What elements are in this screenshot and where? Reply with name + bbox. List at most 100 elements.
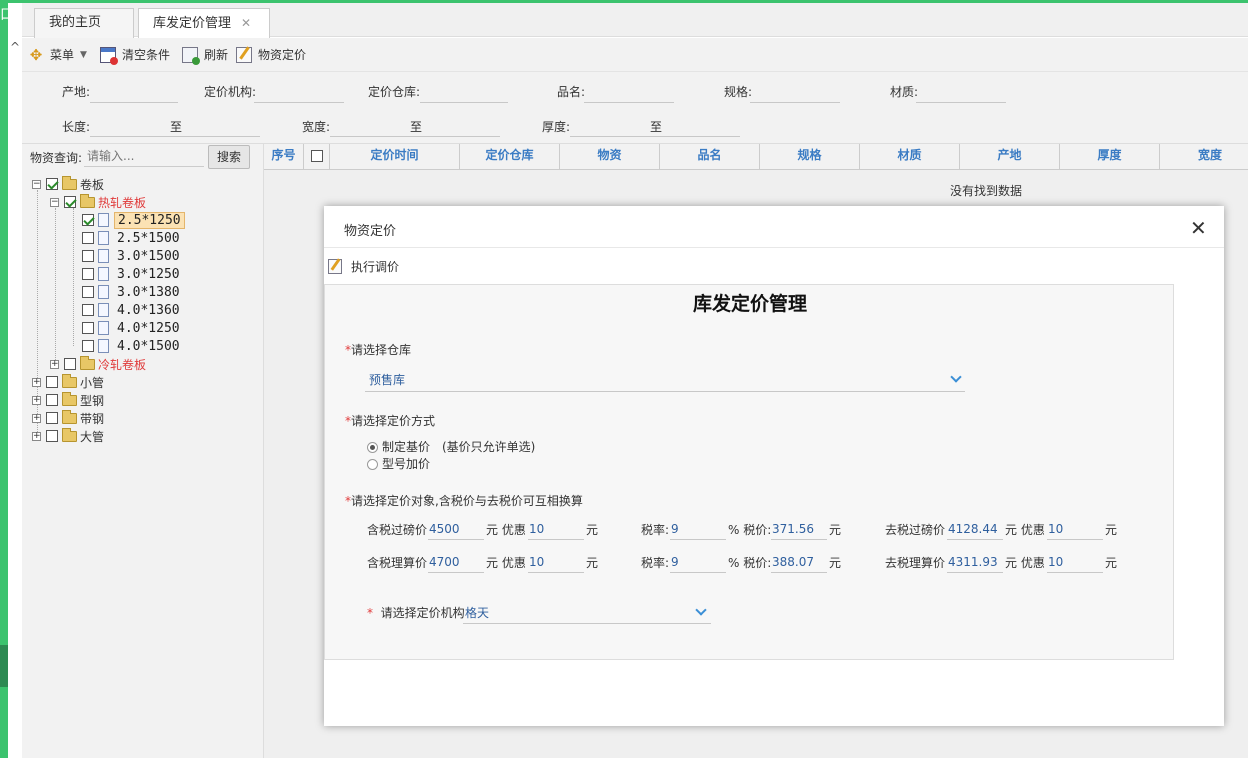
tree-leaf-label: 4.0*1360	[117, 302, 180, 318]
warehouse-select-label: *请选择仓库	[345, 343, 412, 357]
tax-incl-weigh-input[interactable]: 4500	[428, 518, 484, 540]
length-range-input[interactable]	[90, 136, 260, 137]
tree-checkbox[interactable]	[82, 322, 94, 334]
column-header-width[interactable]: 宽度	[1160, 144, 1248, 170]
tree-leaf[interactable]: 4.0*1500	[82, 337, 183, 355]
refresh-button[interactable]: 刷新	[182, 46, 228, 65]
select-all-checkbox[interactable]	[310, 150, 323, 162]
material-input[interactable]	[916, 102, 1006, 103]
tree-node[interactable]: + 型钢	[32, 391, 104, 409]
tree-node[interactable]: + 带钢	[32, 409, 104, 427]
execute-adjust-button[interactable]: 执行调价	[328, 258, 399, 275]
tree-node-coil[interactable]: − 卷板	[32, 175, 104, 193]
tax-rate-input[interactable]: 9	[670, 551, 726, 573]
search-button[interactable]: 搜索	[208, 145, 250, 169]
column-header-name[interactable]: 品名	[660, 144, 760, 170]
tree-checkbox[interactable]	[46, 412, 58, 424]
expand-icon[interactable]: +	[32, 377, 41, 387]
tax-rate-input[interactable]: 9	[670, 518, 726, 540]
document-icon	[98, 303, 109, 317]
collapse-caret-icon[interactable]: ^	[10, 40, 20, 54]
tree-node-cold-rolled[interactable]: + 冷轧卷板	[50, 355, 146, 373]
tree-leaf[interactable]: 3.0*1250	[82, 265, 183, 283]
chevron-down-icon[interactable]	[695, 604, 707, 616]
radio-model-markup[interactable]	[367, 459, 378, 470]
tree-checkbox[interactable]	[82, 232, 94, 244]
column-header-time[interactable]: 定价时间	[330, 144, 460, 170]
tree-label: 型钢	[80, 393, 105, 408]
spec-input[interactable]	[750, 102, 840, 103]
tab-home[interactable]: 我的主页	[34, 8, 134, 38]
radio-base-price[interactable]	[367, 442, 378, 453]
chevron-down-icon[interactable]	[950, 371, 962, 383]
name-input[interactable]	[584, 102, 674, 103]
org-select-value[interactable]: 格天	[465, 604, 489, 621]
expand-icon[interactable]: +	[50, 359, 59, 369]
origin-input[interactable]	[90, 102, 178, 103]
tree-checkbox[interactable]	[82, 250, 94, 262]
tree-leaf[interactable]: 2.5*1250	[82, 211, 185, 229]
column-header-index[interactable]: 序号	[264, 144, 304, 170]
tree-node[interactable]: + 小管	[32, 373, 104, 391]
tax-excl-calc-input[interactable]: 4311.93	[947, 551, 1003, 573]
tree-checkbox[interactable]	[82, 214, 94, 226]
tree-label: 冷轧卷板	[98, 357, 147, 372]
tree-checkbox[interactable]	[82, 304, 94, 316]
tree-leaf-label: 3.0*1380	[117, 284, 180, 300]
collapse-icon[interactable]: −	[32, 179, 41, 189]
tree-leaf[interactable]: 4.0*1360	[82, 301, 183, 319]
tree-checkbox[interactable]	[64, 358, 76, 370]
tree-leaf[interactable]: 3.0*1500	[82, 247, 183, 265]
tree-leaf[interactable]: 3.0*1380	[82, 283, 183, 301]
menu-button[interactable]: ✥ 菜单 ▼	[28, 46, 87, 64]
column-header-select[interactable]	[304, 144, 330, 170]
column-header-quality[interactable]: 材质	[860, 144, 960, 170]
discount-input[interactable]: 10	[528, 518, 584, 540]
expand-icon[interactable]: +	[32, 413, 41, 423]
org-select[interactable]	[463, 623, 711, 624]
column-header-thickness[interactable]: 厚度	[1060, 144, 1160, 170]
tree-leaf[interactable]: 2.5*1500	[82, 229, 183, 247]
tax-amount-input[interactable]: 371.56	[771, 518, 827, 540]
tree-checkbox[interactable]	[82, 340, 94, 352]
tree-checkbox[interactable]	[46, 178, 58, 190]
tab-close-icon[interactable]: ✕	[241, 16, 251, 30]
tree-leaf[interactable]: 4.0*1250	[82, 319, 183, 337]
discount-excl-input[interactable]: 10	[1047, 518, 1103, 540]
clear-conditions-button[interactable]: 清空条件	[100, 46, 170, 65]
tree-checkbox[interactable]	[46, 376, 58, 388]
collapse-icon[interactable]: −	[50, 197, 59, 207]
tree-checkbox[interactable]	[46, 430, 58, 442]
width-range-input[interactable]	[330, 136, 500, 137]
discount-input[interactable]: 10	[528, 551, 584, 573]
expand-icon[interactable]: +	[32, 431, 41, 441]
material-pricing-button[interactable]: 物资定价	[236, 46, 306, 64]
discount-label: 元 优惠	[486, 556, 526, 570]
tree-node-hot-rolled[interactable]: − 热轧卷板	[50, 193, 146, 211]
tax-amount-input[interactable]: 388.07	[771, 551, 827, 573]
tree-label: 卷板	[80, 177, 105, 192]
warehouse-select[interactable]	[365, 391, 965, 392]
tree-node[interactable]: + 大管	[32, 427, 104, 445]
discount-excl-input[interactable]: 10	[1047, 551, 1103, 573]
pricing-label: 物资定价	[258, 48, 307, 62]
warehouse-input[interactable]	[420, 102, 508, 103]
tax-excl-weigh-input[interactable]: 4128.44	[947, 518, 1003, 540]
thickness-range-input[interactable]	[570, 136, 740, 137]
filter-panel: 产地: 定价机构: 定价仓库: 品名: 规格: 材质: 长度: 至 宽度: 至 …	[22, 72, 1248, 144]
tree-checkbox[interactable]	[64, 196, 76, 208]
column-header-spec[interactable]: 规格	[760, 144, 860, 170]
material-search-input[interactable]	[84, 146, 204, 167]
tree-checkbox[interactable]	[46, 394, 58, 406]
column-header-material[interactable]: 物资	[560, 144, 660, 170]
column-header-origin[interactable]: 产地	[960, 144, 1060, 170]
warehouse-select-value[interactable]: 预售库	[369, 371, 405, 388]
close-icon[interactable]: ✕	[1190, 216, 1207, 240]
org-input[interactable]	[254, 102, 344, 103]
tree-checkbox[interactable]	[82, 268, 94, 280]
tab-pricing-management[interactable]: 库发定价管理 ✕	[138, 8, 270, 39]
tax-incl-calc-input[interactable]: 4700	[428, 551, 484, 573]
tree-checkbox[interactable]	[82, 286, 94, 298]
column-header-warehouse[interactable]: 定价仓库	[460, 144, 560, 170]
expand-icon[interactable]: +	[32, 395, 41, 405]
